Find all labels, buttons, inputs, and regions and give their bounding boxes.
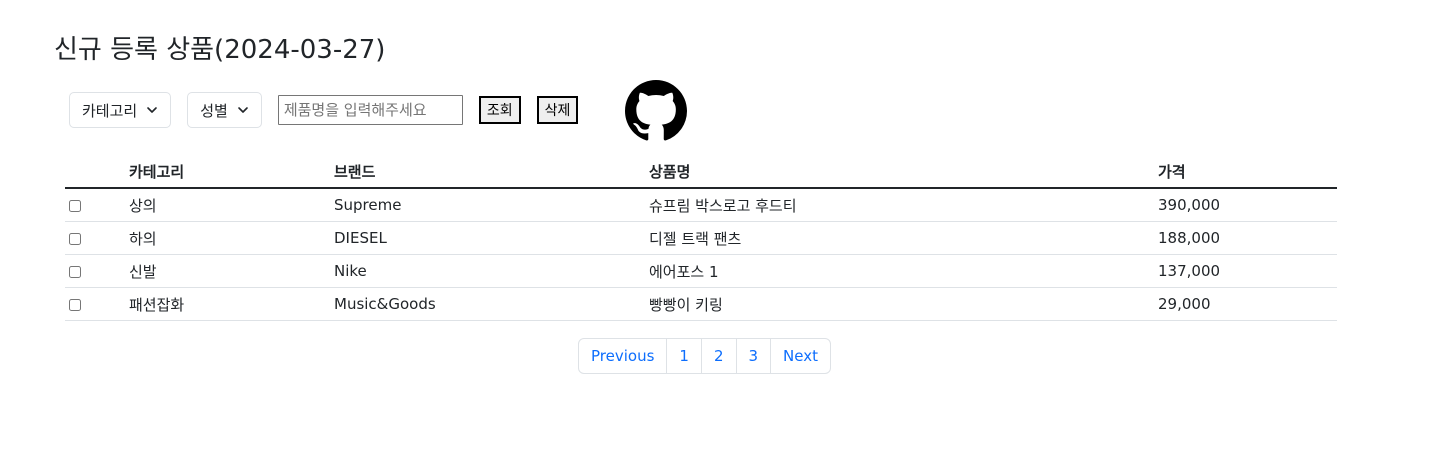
gender-dropdown-label: 성별	[200, 101, 228, 120]
cell-category: 하의	[129, 221, 334, 255]
row-checkbox[interactable]	[69, 232, 81, 245]
table-row: 상의 Supreme 슈프림 박스로고 후드티 390,000	[65, 188, 1337, 222]
category-dropdown-label: 카테고리	[82, 101, 138, 120]
cell-brand: Music&Goods	[334, 287, 649, 321]
pagination-page-3[interactable]: 3	[737, 339, 772, 373]
cell-price: 29,000	[1158, 287, 1337, 321]
gender-dropdown[interactable]: 성별	[187, 92, 262, 128]
pagination-next[interactable]: Next	[771, 339, 830, 373]
search-button[interactable]: 조회	[478, 96, 521, 124]
table-header-row: 카테고리 브랜드 상품명 가격	[65, 155, 1337, 189]
chevron-down-icon	[238, 107, 248, 113]
pagination-previous[interactable]: Previous	[579, 339, 668, 373]
cell-price: 137,000	[1158, 254, 1337, 288]
header-price: 가격	[1158, 155, 1337, 189]
row-checkbox[interactable]	[69, 298, 81, 311]
github-icon[interactable]	[625, 80, 687, 142]
pagination: Previous 1 2 3 Next	[578, 338, 831, 374]
product-table: 카테고리 브랜드 상품명 가격 상의 Supreme 슈프림 박스로고 후드티 …	[65, 155, 1337, 321]
cell-brand: Supreme	[334, 188, 649, 222]
cell-category: 패션잡화	[129, 287, 334, 321]
row-checkbox[interactable]	[69, 199, 81, 212]
table-row: 신발 Nike 에어포스 1 137,000	[65, 254, 1337, 288]
page-title: 신규 등록 상품(2024-03-27)	[54, 35, 386, 65]
table-row: 패션잡화 Music&Goods 빵빵이 키링 29,000	[65, 287, 1337, 321]
header-select	[65, 155, 129, 189]
header-category: 카테고리	[129, 155, 334, 189]
header-product-name: 상품명	[649, 155, 1158, 189]
cell-price: 390,000	[1158, 188, 1337, 222]
table-row: 하의 DIESEL 디젤 트랙 팬츠 188,000	[65, 221, 1337, 255]
category-dropdown[interactable]: 카테고리	[69, 92, 172, 128]
cell-product-name: 에어포스 1	[649, 254, 1158, 288]
product-name-search-input[interactable]	[277, 95, 463, 125]
delete-button[interactable]: 삭제	[536, 96, 579, 124]
cell-product-name: 디젤 트랙 팬츠	[649, 221, 1158, 255]
cell-category: 신발	[129, 254, 334, 288]
cell-product-name: 슈프림 박스로고 후드티	[649, 188, 1158, 222]
cell-category: 상의	[129, 188, 334, 222]
header-brand: 브랜드	[334, 155, 649, 189]
pagination-page-1[interactable]: 1	[667, 339, 702, 373]
cell-brand: DIESEL	[334, 221, 649, 255]
cell-price: 188,000	[1158, 221, 1337, 255]
page: 신규 등록 상품(2024-03-27) 카테고리 성별 조회 삭제 카테고리 …	[0, 0, 1440, 451]
row-checkbox[interactable]	[69, 265, 81, 278]
pagination-page-2[interactable]: 2	[702, 339, 737, 373]
cell-brand: Nike	[334, 254, 649, 288]
chevron-down-icon	[147, 107, 158, 113]
cell-product-name: 빵빵이 키링	[649, 287, 1158, 321]
toolbar: 카테고리 성별 조회 삭제	[69, 91, 594, 129]
